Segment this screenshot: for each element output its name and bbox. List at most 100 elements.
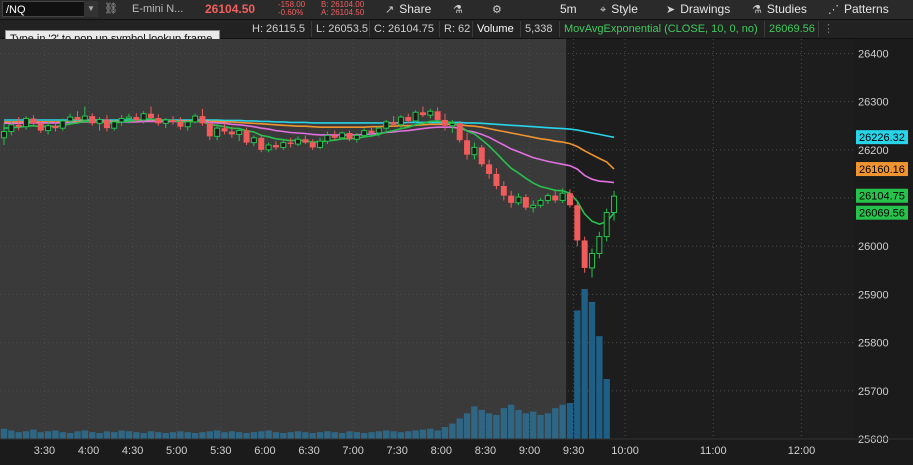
close-value: C: 26104.75 — [369, 21, 438, 37]
candle-body — [155, 118, 162, 124]
price-label: 26104.75 — [856, 188, 908, 203]
candle — [412, 110, 419, 124]
price-tick-label: 25800 — [858, 338, 889, 350]
volume-bar — [15, 432, 22, 439]
candle-body — [464, 140, 471, 155]
candle-body — [30, 118, 37, 124]
style-label: Style — [611, 2, 638, 16]
price-tick-label: 25600 — [858, 434, 889, 446]
range-value: R: 62 — [439, 21, 474, 37]
premarket-area — [0, 39, 567, 439]
volume-bar — [581, 289, 588, 439]
volume-bar — [191, 433, 199, 439]
volume-bar — [449, 423, 456, 439]
candle-body — [471, 146, 478, 156]
candle-body — [81, 115, 88, 121]
flask-button[interactable]: ⚗ — [453, 0, 468, 19]
volume-bar — [118, 430, 125, 439]
candle-body — [581, 240, 588, 268]
candle-body — [508, 195, 515, 203]
drawings-button[interactable]: ➤ Drawings — [666, 0, 730, 19]
time-axis[interactable]: 3:30 4:00 4:30 5:00 5:30 6:00 6:30 7:00 7:30 8:00… — [0, 438, 913, 457]
study-value: 26069.56 — [764, 21, 819, 37]
candle-body — [170, 119, 177, 122]
candle-body — [427, 110, 434, 116]
candle-body — [140, 113, 147, 121]
candle-body — [346, 132, 353, 140]
candle-body — [280, 142, 287, 148]
volume-bar — [96, 433, 103, 439]
volume-bar — [405, 431, 412, 439]
time-tick-label: 12:00 — [788, 445, 816, 457]
candle-body — [295, 138, 301, 145]
candle-body — [37, 123, 44, 131]
volume-bar — [375, 431, 383, 439]
volume-bar — [596, 336, 603, 439]
volume-bar — [574, 310, 581, 439]
pct-change-value: -0.60% — [278, 8, 304, 17]
timeframe-label: 5m — [560, 2, 577, 16]
price-labels: 26226.32 26160.16 26104.75 26069.56 — [856, 130, 908, 220]
candle-body — [419, 112, 426, 116]
more-icon[interactable]: ⋮ — [818, 21, 838, 37]
candle-body — [515, 196, 522, 204]
candle-body — [1, 131, 7, 139]
price-label-text: 26069.56 — [859, 208, 905, 220]
volume-bar — [243, 433, 250, 439]
candle-body — [500, 185, 507, 196]
candle-body — [206, 123, 213, 137]
candle — [603, 208, 610, 242]
patterns-button[interactable]: ⋰ Patterns — [828, 0, 889, 19]
volume-bar — [111, 432, 118, 439]
candle-body — [265, 144, 272, 151]
volume-bar — [485, 413, 493, 439]
candle-body — [397, 116, 404, 126]
volume-bar — [441, 427, 449, 439]
study-name[interactable]: MovAvgExponential (CLOSE, 10, 0, no) — [559, 21, 762, 37]
candle-body — [434, 111, 441, 120]
price-axis[interactable]: 2560025700258002590026000261002620026300… — [858, 48, 889, 446]
chart-background — [0, 39, 913, 465]
candle — [456, 120, 463, 143]
volume-bar — [184, 432, 191, 439]
price-label: 26069.56 — [856, 205, 908, 220]
volume-bar — [507, 404, 515, 439]
chevron-down-icon[interactable]: ▼ — [84, 1, 98, 17]
candle-body — [287, 142, 294, 145]
volume-bar — [309, 433, 316, 439]
candle-body — [184, 121, 191, 128]
price-chart[interactable]: 2560025700258002590026000261002620026300… — [0, 39, 913, 465]
cursor-icon: ➤ — [666, 4, 676, 16]
volume-bar — [390, 431, 397, 439]
settings-button[interactable]: ⚙ — [492, 0, 507, 19]
candle-body — [486, 164, 493, 174]
volume-bar — [427, 428, 434, 439]
candle-body — [324, 134, 331, 142]
candle-body — [45, 125, 52, 132]
volume-bar — [566, 403, 574, 439]
time-tick-label: 8:30 — [475, 445, 496, 457]
volume-bar — [66, 433, 74, 439]
drawings-label: Drawings — [680, 2, 731, 16]
candle-body — [243, 130, 250, 143]
flask-icon: ⚗ — [453, 4, 463, 16]
style-button[interactable]: ⌖ Style — [600, 0, 638, 19]
link-icon[interactable]: ⛓ — [104, 0, 118, 19]
symbol-description: E-mini N... — [132, 3, 184, 15]
share-button[interactable]: ↗ Share — [385, 0, 431, 19]
volume-bar — [133, 432, 140, 439]
price-tick-label: 26300 — [858, 97, 889, 109]
studies-button[interactable]: ⚗ Studies — [752, 0, 807, 19]
candle-body — [390, 121, 397, 125]
volume-bar — [338, 433, 346, 439]
candle-body — [442, 119, 448, 126]
volume-bar — [147, 431, 155, 439]
time-tick-label: 7:00 — [342, 445, 363, 457]
candle-body — [537, 199, 544, 206]
volume-bar — [515, 409, 522, 439]
timeframe-button[interactable]: 5m — [560, 0, 577, 19]
volume-bar — [89, 432, 96, 439]
candle-body — [111, 121, 118, 129]
volume-bar — [162, 433, 169, 439]
time-tick-label: 8:00 — [431, 445, 452, 457]
